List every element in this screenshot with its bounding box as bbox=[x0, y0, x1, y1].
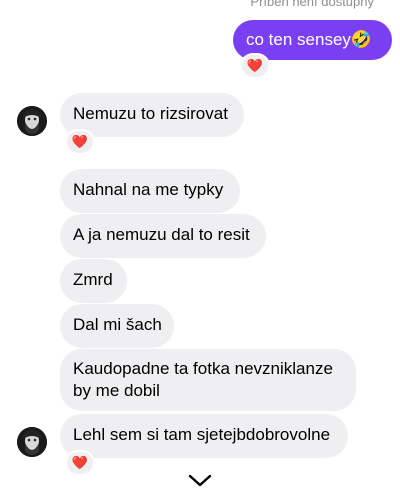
scroll-down-button[interactable] bbox=[188, 474, 212, 493]
contact-avatar[interactable] bbox=[17, 427, 47, 457]
incoming-message-bubble[interactable]: Lehl sem si tam sjetejbdobrovolne bbox=[60, 414, 348, 458]
incoming-message-bubble[interactable]: Dal mi šach bbox=[60, 304, 174, 348]
message-text: Zmrd bbox=[73, 270, 113, 289]
heart-reaction[interactable]: ❤️ bbox=[65, 129, 95, 155]
message-text: A ja nemuzu dal to resit bbox=[73, 225, 250, 244]
incoming-message-bubble[interactable]: Zmrd bbox=[60, 259, 127, 303]
incoming-message-bubble[interactable]: Kaudopadne ta fotka nevzniklanze by me d… bbox=[60, 349, 356, 411]
heart-icon: ❤️ bbox=[246, 58, 264, 73]
message-text: Nemuzu to rizsirovat bbox=[73, 104, 228, 123]
heart-icon: ❤️ bbox=[71, 134, 89, 149]
incoming-message-bubble[interactable]: A ja nemuzu dal to resit bbox=[60, 214, 266, 258]
message-text: Dal mi šach bbox=[73, 315, 162, 334]
heart-reaction[interactable]: ❤️ bbox=[65, 450, 95, 476]
message-text-line: by me dobil bbox=[73, 381, 160, 400]
message-text-line: Kaudopadne ta fotka nevzniklanze bbox=[73, 359, 333, 378]
contact-avatar[interactable] bbox=[17, 106, 47, 136]
heart-icon: ❤️ bbox=[71, 455, 89, 470]
message-text: Lehl sem si tam sjetejbdobrovolne bbox=[73, 425, 331, 444]
story-unavailable-text: Příběh není dostupný bbox=[250, 0, 374, 9]
avatar-image bbox=[17, 106, 47, 136]
incoming-message-bubble[interactable]: Nahnal na me typky bbox=[60, 169, 240, 213]
message-text: co ten sensey🤣 bbox=[246, 30, 373, 49]
chevron-down-icon bbox=[188, 474, 212, 487]
heart-reaction[interactable]: ❤️ bbox=[240, 53, 270, 79]
message-text: Nahnal na me typky bbox=[73, 180, 224, 199]
avatar-image bbox=[17, 427, 47, 457]
